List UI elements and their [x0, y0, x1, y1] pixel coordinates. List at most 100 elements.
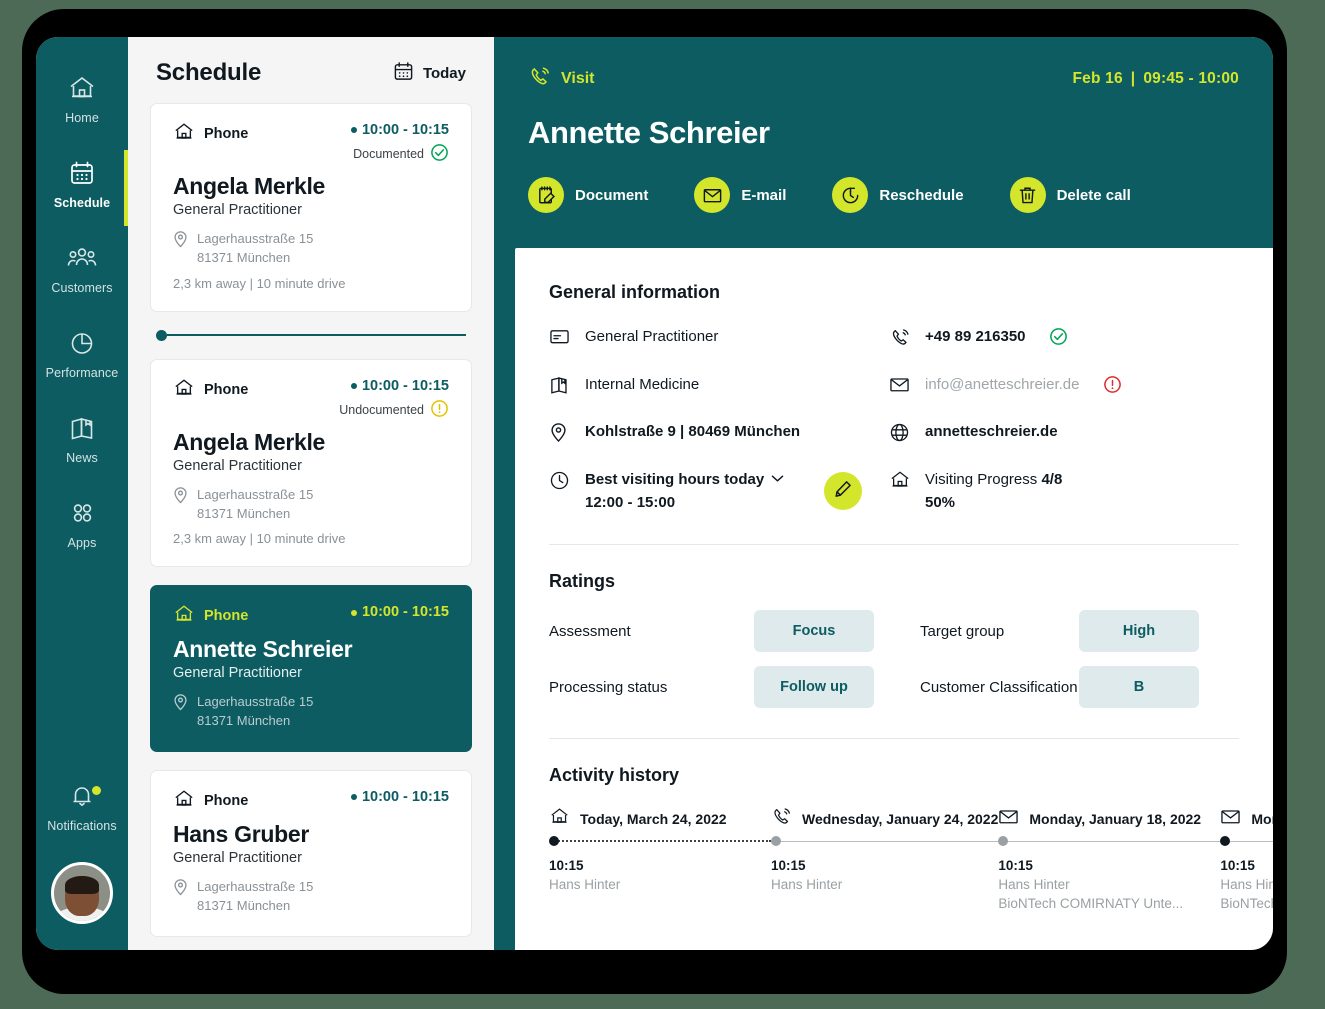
- activity-node: [1220, 836, 1231, 846]
- activity-history-title: Activity history: [549, 765, 680, 785]
- activity-line: [1220, 832, 1273, 852]
- gi-email-row: info@anetteschreier.de: [889, 373, 1239, 400]
- gi-phone: +49 89 216350: [925, 328, 1026, 345]
- gi-hours-label[interactable]: Best visiting hours today: [585, 471, 764, 488]
- notification-badge: [92, 786, 101, 795]
- card-top: Phone 10:00 - 10:15: [173, 604, 449, 628]
- sidebar-item-notifications[interactable]: Notifications: [36, 771, 128, 844]
- gi-progress: Visiting Progress 4/8 50%: [925, 468, 1062, 514]
- action-label: Delete call: [1056, 186, 1131, 204]
- card-type: Phone: [173, 122, 248, 146]
- gi-hours-value: 12:00 - 15:00: [585, 493, 676, 511]
- tablet-frame: Home Schedule Customers Performance News…: [22, 9, 1287, 994]
- card-street: Lagerhausstraße 15: [197, 486, 314, 502]
- activity-item[interactable]: Wednesday, January 24, 2022 10:15 Hans H…: [771, 806, 999, 914]
- activity-item[interactable]: Today, March 24, 2022 10:15 Hans Hinter: [549, 806, 771, 914]
- activity-head: Monda: [1220, 806, 1273, 832]
- card-icon: [549, 325, 571, 351]
- rating-value-target-group[interactable]: High: [1079, 610, 1199, 652]
- gi-hours-text: Best visiting hours today 12:00 - 15:00: [585, 468, 784, 514]
- activity-item[interactable]: Monda 10:15 Hans Hinte BioNTech: [1220, 806, 1273, 914]
- sidebar-item-schedule[interactable]: Schedule: [36, 148, 130, 226]
- card-city: 81371 München: [197, 249, 291, 265]
- card-status: Undocumented: [339, 399, 449, 421]
- sidebar-item-label: News: [66, 451, 98, 465]
- activity-date: Monday, January 18, 2022: [1029, 811, 1202, 827]
- sidebar-item-label: Apps: [67, 536, 97, 550]
- card-address: Lagerhausstraße 15 81371 München: [173, 230, 449, 268]
- sidebar-bottom: Notifications: [36, 771, 128, 950]
- page-title: Schedule: [156, 59, 262, 86]
- email-button[interactable]: E-mail: [694, 177, 786, 213]
- card-time-block: 10:00 - 10:15: [350, 789, 449, 805]
- rating-value-processing-status[interactable]: Follow up: [754, 666, 874, 708]
- card-top: Phone 10:00 - 10:15 Documented: [173, 122, 449, 165]
- rating-value-assessment[interactable]: Focus: [754, 610, 874, 652]
- check-circle-icon: [430, 143, 449, 165]
- card-address: Lagerhausstraße 15 81371 München: [173, 878, 449, 916]
- avatar[interactable]: [51, 862, 113, 924]
- sidebar-item-performance[interactable]: Performance: [36, 318, 128, 391]
- chevron-down-icon[interactable]: [771, 468, 784, 491]
- sidebar: Home Schedule Customers Performance News…: [36, 37, 130, 950]
- activity-person-name: Hans Hinte: [1220, 877, 1273, 892]
- notepad-pencil-icon: [528, 177, 564, 213]
- document-button[interactable]: Document: [528, 177, 648, 213]
- activity-segment: [555, 840, 771, 842]
- gi-specialty: General Practitioner: [585, 328, 719, 345]
- activity-columns: Today, March 24, 2022 10:15 Hans Hinter: [549, 806, 1273, 914]
- timeline-separator: [156, 329, 466, 341]
- card-city: 81371 München: [197, 505, 291, 521]
- visit-tag: Visit: [528, 65, 595, 93]
- reschedule-button[interactable]: Reschedule: [832, 177, 964, 213]
- activity-person: Hans Hinter: [771, 877, 843, 892]
- card-street: Lagerhausstraße 15: [197, 879, 314, 895]
- activity-segment: [1226, 841, 1273, 842]
- gi-hours-row: Best visiting hours today 12:00 - 15:00: [549, 468, 889, 514]
- today-button[interactable]: Today: [393, 61, 466, 86]
- gi-address: Kohlstraße 9 | 80469 München: [585, 423, 801, 440]
- gi-progress-label: Visiting Progress: [925, 471, 1038, 488]
- activity-history-section: Activity history Today, March 24, 2022 1…: [549, 765, 1273, 914]
- card-type-label: Phone: [204, 381, 249, 398]
- card-top: Phone 10:00 - 10:15: [173, 789, 449, 813]
- card-address-lines: Lagerhausstraße 15 81371 München: [197, 486, 313, 524]
- sidebar-item-label: Customers: [51, 281, 113, 295]
- activity-person-name: Hans Hinter: [998, 877, 1070, 892]
- schedule-card[interactable]: Phone 10:00 - 10:15 Documented Angela Me…: [150, 103, 472, 312]
- schedule-card[interactable]: Phone 10:00 - 10:15 Undocumented Angela …: [150, 358, 472, 568]
- gi-phone-row: +49 89 216350: [889, 325, 1239, 353]
- today-button-label: Today: [422, 64, 466, 82]
- gi-address-row: Kohlstraße 9 | 80469 München: [549, 420, 889, 448]
- avatar-hair: [65, 876, 99, 895]
- divider: [549, 544, 1239, 545]
- action-label: Reschedule: [879, 186, 964, 204]
- activity-node: [771, 836, 781, 846]
- activity-detail: BioNTech: [1220, 895, 1273, 911]
- sidebar-item-apps[interactable]: Apps: [36, 488, 128, 561]
- schedule-card-selected[interactable]: Phone 10:00 - 10:15 Annette Schreier Gen…: [150, 585, 472, 753]
- activity-line: [549, 832, 771, 852]
- schedule-card[interactable]: Phone 10:00 - 10:15 Hans Gruber General …: [150, 770, 472, 937]
- activity-head: Monday, January 18, 2022: [998, 806, 1220, 832]
- sidebar-item-customers[interactable]: Customers: [36, 233, 128, 306]
- delete-call-button[interactable]: Delete call: [1009, 177, 1131, 213]
- gi-field-row: Internal Medicine: [549, 373, 889, 400]
- sidebar-item-news[interactable]: News: [36, 403, 128, 476]
- sidebar-item-home[interactable]: Home: [36, 63, 128, 136]
- card-type: Phone: [173, 604, 248, 628]
- calendar-icon: [393, 61, 414, 86]
- gi-website-row: annetteschreier.de: [889, 420, 1239, 448]
- activity-item[interactable]: Monday, January 18, 2022 10:15 Hans Hint…: [998, 806, 1221, 914]
- rating-value-customer-classification[interactable]: B: [1079, 666, 1199, 708]
- card-time: 10:00 - 10:15: [350, 604, 449, 620]
- activity-time: 10:15: [549, 858, 584, 873]
- envelope-icon: [694, 177, 731, 213]
- detail-actions: Document E-mail Reschedule Delete call: [528, 177, 1239, 213]
- sidebar-item-label: Schedule: [53, 196, 111, 210]
- calendar-icon: [36, 159, 128, 189]
- error-circle-icon: [1103, 375, 1122, 399]
- timeline-dot: [156, 329, 167, 341]
- edit-hours-button[interactable]: [824, 472, 863, 510]
- card-type: Phone: [173, 378, 248, 402]
